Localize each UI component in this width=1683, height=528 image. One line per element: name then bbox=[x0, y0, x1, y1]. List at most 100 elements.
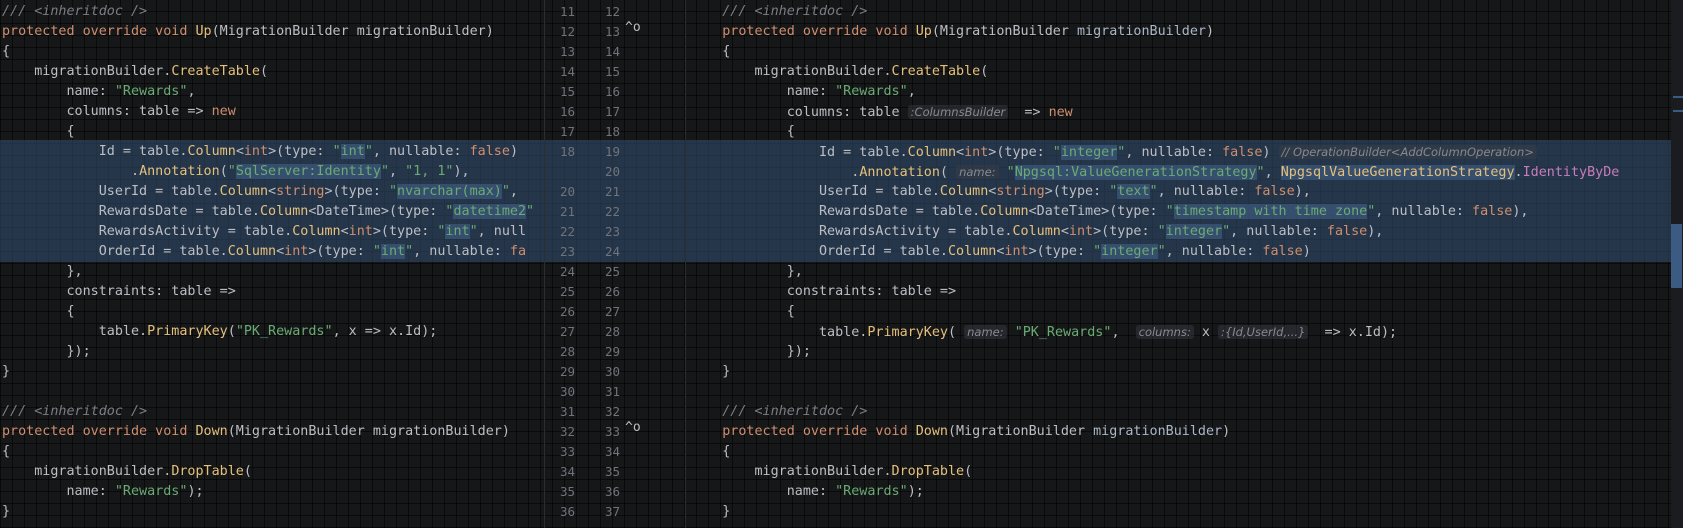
code-line: }); bbox=[690, 344, 811, 359]
override-marker-icon[interactable]: ^o bbox=[625, 420, 641, 435]
code-line: .Annotation("SqlServer:Identity", "1, 1"… bbox=[2, 164, 470, 179]
line-number-left: 20 bbox=[559, 184, 575, 199]
line-number-right: 21 bbox=[604, 184, 620, 199]
code-line: } bbox=[690, 504, 731, 519]
code-line: { bbox=[690, 304, 795, 319]
code-line: /// <inheritdoc /> bbox=[2, 404, 148, 419]
code-line: protected override void Up(MigrationBuil… bbox=[722, 24, 1215, 39]
line-number-left: 18 bbox=[559, 144, 575, 159]
code-line: Id = table.Column<int>(type: "int", null… bbox=[2, 144, 518, 159]
line-number-right: 16 bbox=[604, 84, 620, 99]
code-line: { bbox=[2, 44, 11, 59]
diff-editor: /// <inheritdoc /> protected override voi… bbox=[0, 0, 1683, 528]
line-number-right: 15 bbox=[604, 64, 620, 79]
line-number-left: 29 bbox=[559, 364, 575, 379]
code-line: } bbox=[2, 364, 11, 379]
line-number-left: 25 bbox=[559, 284, 575, 299]
code-line: /// <inheritdoc /> bbox=[722, 4, 868, 19]
code-line: } bbox=[690, 364, 731, 379]
line-number-left: 22 bbox=[559, 224, 575, 239]
code-line: name: "Rewards"); bbox=[690, 484, 924, 499]
code-line: constraints: table => bbox=[690, 284, 957, 299]
code-line: name: "Rewards"); bbox=[2, 484, 204, 499]
code-line: { bbox=[2, 124, 75, 139]
line-number-gutter: 11 12 13 14 15 16 17 18 20 21 22 23 24 25 26 27 28 29 30 31… bbox=[545, 0, 685, 528]
code-line: { bbox=[2, 444, 11, 459]
line-number-right: 28 bbox=[604, 324, 620, 339]
right-diff-pane[interactable]: /// <inheritdoc /> protected override vo… bbox=[686, 0, 1671, 528]
change-marker bbox=[1673, 96, 1683, 98]
line-number-left: 23 bbox=[559, 244, 575, 259]
line-number-left: 16 bbox=[559, 104, 575, 119]
code-line: columns: table :ColumnsBuilder => new bbox=[690, 105, 1073, 120]
code-line: { bbox=[690, 444, 731, 459]
code-line: name: "Rewards", bbox=[2, 84, 196, 99]
line-number-right: 20 bbox=[604, 164, 620, 179]
line-number-left: 12 bbox=[559, 24, 575, 39]
line-number-right: 14 bbox=[604, 44, 620, 59]
line-number-right: 27 bbox=[604, 304, 620, 319]
code-line: UserId = table.Column<string>(type: "nva… bbox=[2, 184, 518, 199]
code-line: }, bbox=[690, 264, 803, 279]
code-line: }); bbox=[2, 344, 91, 359]
code-line: protected override void Down(MigrationBu… bbox=[722, 424, 1231, 439]
scrollbar-thumb[interactable] bbox=[1671, 224, 1682, 288]
line-number-right: 18 bbox=[604, 124, 620, 139]
code-line: }, bbox=[2, 264, 83, 279]
line-number-right: 29 bbox=[604, 344, 620, 359]
code-line: table.PrimaryKey( name: "PK_Rewards", co… bbox=[690, 325, 1398, 340]
line-number-left: 28 bbox=[559, 344, 575, 359]
line-number-right: 23 bbox=[604, 224, 620, 239]
code-line: table.PrimaryKey("PK_Rewards", x => x.Id… bbox=[2, 324, 438, 339]
code-line: name: "Rewards", bbox=[690, 84, 916, 99]
line-number-right: 24 bbox=[604, 244, 620, 259]
code-line: OrderId = table.Column<int>(type: "int",… bbox=[2, 244, 527, 259]
code-line: Id = table.Column<int>(type: "integer", … bbox=[690, 142, 1537, 162]
code-line: constraints: table => bbox=[2, 284, 236, 299]
line-number-right: 22 bbox=[604, 204, 620, 219]
code-line: { bbox=[2, 304, 75, 319]
change-marker bbox=[1673, 110, 1683, 112]
code-line: } bbox=[2, 504, 11, 519]
code-line: RewardsActivity = table.Column<int>(type… bbox=[2, 224, 527, 239]
code-line: RewardsDate = table.Column<DateTime>(typ… bbox=[2, 204, 535, 219]
line-number-left: 11 bbox=[559, 4, 575, 19]
code-line: { bbox=[690, 124, 795, 139]
line-number-right: 13 bbox=[604, 24, 620, 39]
code-line: protected override void Up(MigrationBuil… bbox=[2, 24, 494, 39]
line-number-right: 31 bbox=[604, 384, 620, 399]
line-number-left: 32 bbox=[559, 424, 575, 439]
code-line: /// <inheritdoc /> bbox=[2, 4, 148, 19]
line-number-right: 33 bbox=[604, 424, 620, 439]
code-line: migrationBuilder.CreateTable( bbox=[690, 64, 989, 79]
line-number-right: 35 bbox=[604, 464, 620, 479]
vertical-scrollbar[interactable] bbox=[1671, 0, 1683, 528]
code-line: { bbox=[690, 44, 731, 59]
line-number-left: 27 bbox=[559, 324, 575, 339]
code-line: protected override void Down(MigrationBu… bbox=[2, 424, 510, 439]
code-line: RewardsDate = table.Column<DateTime>(typ… bbox=[690, 204, 1529, 219]
line-number-left: 33 bbox=[559, 444, 575, 459]
line-number-right: 30 bbox=[604, 364, 620, 379]
line-number-left: 13 bbox=[559, 44, 575, 59]
line-number-right: 12 bbox=[604, 4, 620, 19]
override-marker-icon[interactable]: ^o bbox=[625, 20, 641, 35]
line-number-left: 15 bbox=[559, 84, 575, 99]
line-number-left: 30 bbox=[559, 384, 575, 399]
line-number-right: 17 bbox=[604, 104, 620, 119]
line-number-left: 26 bbox=[559, 304, 575, 319]
line-number-left: 21 bbox=[559, 204, 575, 219]
line-number-left: 31 bbox=[559, 404, 575, 419]
code-line: RewardsActivity = table.Column<int>(type… bbox=[690, 224, 1384, 239]
left-diff-pane[interactable]: /// <inheritdoc /> protected override voi… bbox=[0, 0, 544, 528]
line-number-left: 14 bbox=[559, 64, 575, 79]
line-number-left: 17 bbox=[559, 124, 575, 139]
line-number-right: 37 bbox=[604, 504, 620, 519]
line-number-right: 34 bbox=[604, 444, 620, 459]
code-line: migrationBuilder.DropTable( bbox=[690, 464, 973, 479]
code-line: /// <inheritdoc /> bbox=[722, 404, 868, 419]
code-line: OrderId = table.Column<int>(type: "integ… bbox=[690, 244, 1311, 259]
code-line: migrationBuilder.CreateTable( bbox=[2, 64, 269, 79]
line-number-right: 26 bbox=[604, 284, 620, 299]
code-line: migrationBuilder.DropTable( bbox=[2, 464, 252, 479]
